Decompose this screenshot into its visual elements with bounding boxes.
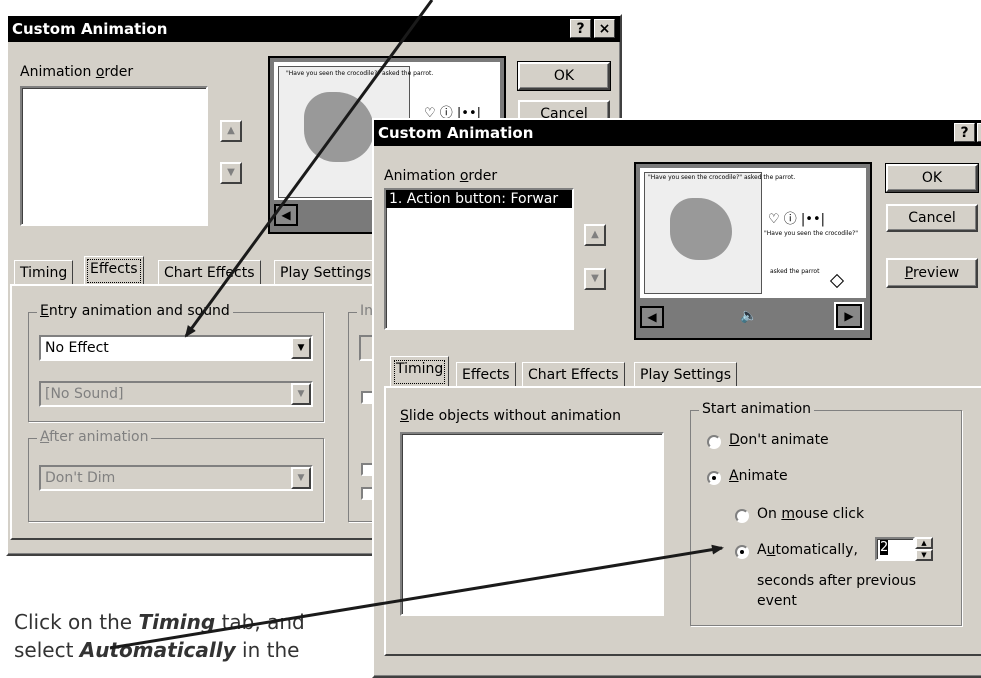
back-close-button[interactable]: × — [594, 19, 615, 38]
seconds-text-line2: event — [757, 593, 797, 609]
order-item[interactable]: 1. Action button: Forwar — [386, 190, 572, 208]
back-entry-effect-value: No Effect — [45, 340, 109, 356]
front-dialog-title: Custom Animation — [378, 124, 534, 142]
back-entry-effect-select[interactable]: No Effect ▼ — [39, 335, 313, 361]
back-move-up-button[interactable]: ▲ — [220, 120, 242, 142]
back-dialog-title: Custom Animation — [12, 20, 168, 38]
back-after-value: Don't Dim — [45, 470, 116, 486]
front-cancel-button[interactable]: Cancel — [886, 204, 978, 232]
instr1-bold: Timing — [138, 610, 216, 634]
on-mouse-click-radio[interactable] — [735, 509, 749, 523]
spin-up-icon[interactable]: ▲ — [915, 537, 933, 549]
front-preview-button[interactable]: Preview — [886, 258, 978, 288]
automatically-label[interactable]: Automatically, — [757, 542, 858, 558]
animate-radio[interactable] — [707, 471, 721, 485]
seconds-input[interactable]: 2 — [875, 537, 915, 561]
instruction-line-2: select Automatically in the — [14, 638, 299, 662]
back-entry-group-label: Entry animation and sound — [37, 303, 233, 319]
seconds-input-value: 2 — [880, 540, 889, 555]
thumb-icons: ♡ ⓘ |••| — [768, 212, 826, 227]
slide-objects-list[interactable] — [400, 432, 664, 616]
front-dialog-titlebar[interactable]: Custom Animation — [374, 120, 981, 146]
back-after-select: Don't Dim ▼ — [39, 465, 313, 491]
back-after-group: After animation Don't Dim ▼ — [28, 429, 324, 522]
back-dialog-titlebar[interactable]: Custom Animation — [8, 16, 620, 42]
instr2-pre: select — [14, 638, 80, 662]
front-animation-order-list[interactable]: 1. Action button: Forwar — [384, 188, 574, 330]
instr1-pre: Click on the — [14, 610, 139, 634]
front-tab-panel: Slide objects without animation Start an… — [384, 386, 981, 656]
back-thumb-quote: "Have you seen the crocodile?" asked the… — [286, 70, 434, 77]
sound-icon[interactable]: 🔈 — [740, 308, 757, 324]
spin-down-icon[interactable]: ▼ — [915, 549, 933, 561]
back-tab-timing[interactable]: Timing — [14, 260, 74, 286]
back-move-down-button[interactable]: ▼ — [220, 162, 242, 184]
slide-objects-label: Slide objects without animation — [400, 408, 621, 424]
front-tab-play-settings[interactable]: Play Settings — [634, 362, 738, 388]
front-move-up-button[interactable]: ▲ — [584, 224, 606, 246]
chevron-down-icon: ▼ — [291, 467, 311, 489]
prev-slide-icon[interactable]: ◀ — [640, 306, 664, 328]
dont-animate-label[interactable]: Don't animate — [729, 432, 829, 448]
front-ok-button[interactable]: OK — [885, 163, 979, 193]
dont-animate-radio[interactable] — [707, 435, 721, 449]
back-tab-chart-effects[interactable]: Chart Effects — [158, 260, 261, 286]
back-prev-slide-icon[interactable]: ◀ — [274, 204, 298, 226]
start-animation-group-label: Start animation — [699, 401, 815, 417]
thumb-caption-1: "Have you seen the crocodile?" — [764, 230, 859, 237]
front-tab-effects[interactable]: Effects — [456, 362, 516, 388]
back-tab-effects[interactable]: Effects — [84, 256, 144, 286]
front-tab-timing[interactable]: Timing — [390, 356, 450, 388]
chevron-down-icon: ▼ — [291, 383, 311, 405]
seconds-text-line1: seconds after previous — [757, 573, 917, 589]
front-dialog: Custom Animation ? × Animation order 1. … — [372, 118, 981, 678]
instr2-bold: Automatically — [79, 638, 236, 662]
front-animation-order-label: Animation order — [384, 168, 498, 184]
back-after-group-label: After animation — [37, 429, 152, 445]
automatically-radio[interactable] — [735, 545, 749, 559]
back-tab-play-settings[interactable]: Play Settings — [274, 260, 378, 286]
front-help-button[interactable]: ? — [954, 123, 975, 142]
back-sound-select: [No Sound] ▼ — [39, 381, 313, 407]
front-close-button[interactable]: × — [977, 123, 981, 142]
on-mouse-click-label[interactable]: On mouse click — [757, 506, 864, 522]
front-thumb-quote: "Have you seen the crocodile?" asked the… — [648, 174, 796, 181]
back-sound-value: [No Sound] — [45, 386, 124, 402]
front-tab-chart-effects[interactable]: Chart Effects — [522, 362, 625, 388]
seconds-spinner[interactable]: ▲ ▼ — [915, 537, 933, 561]
back-ok-button[interactable]: OK — [517, 61, 611, 91]
front-move-down-button[interactable]: ▼ — [584, 268, 606, 290]
instruction-line-1: Click on the Timing tab, and — [14, 610, 305, 634]
next-slide-icon[interactable]: ▶ — [834, 302, 864, 330]
back-animation-order-label: Animation order — [20, 64, 134, 80]
instr1-post: tab, and — [215, 610, 305, 634]
back-animation-order-list[interactable] — [20, 86, 208, 226]
back-entry-group: Entry animation and sound No Effect ▼ [N… — [28, 303, 324, 422]
start-animation-group: Start animation Don't animate Animate On… — [690, 401, 962, 626]
chevron-down-icon[interactable]: ▼ — [291, 337, 311, 359]
front-slide-preview: "Have you seen the crocodile?" asked the… — [634, 162, 872, 340]
thumb-caption-2: asked the parrot — [770, 268, 820, 275]
back-help-button[interactable]: ? — [570, 19, 591, 38]
instr2-post: in the — [235, 638, 300, 662]
animate-label[interactable]: Animate — [729, 468, 788, 484]
